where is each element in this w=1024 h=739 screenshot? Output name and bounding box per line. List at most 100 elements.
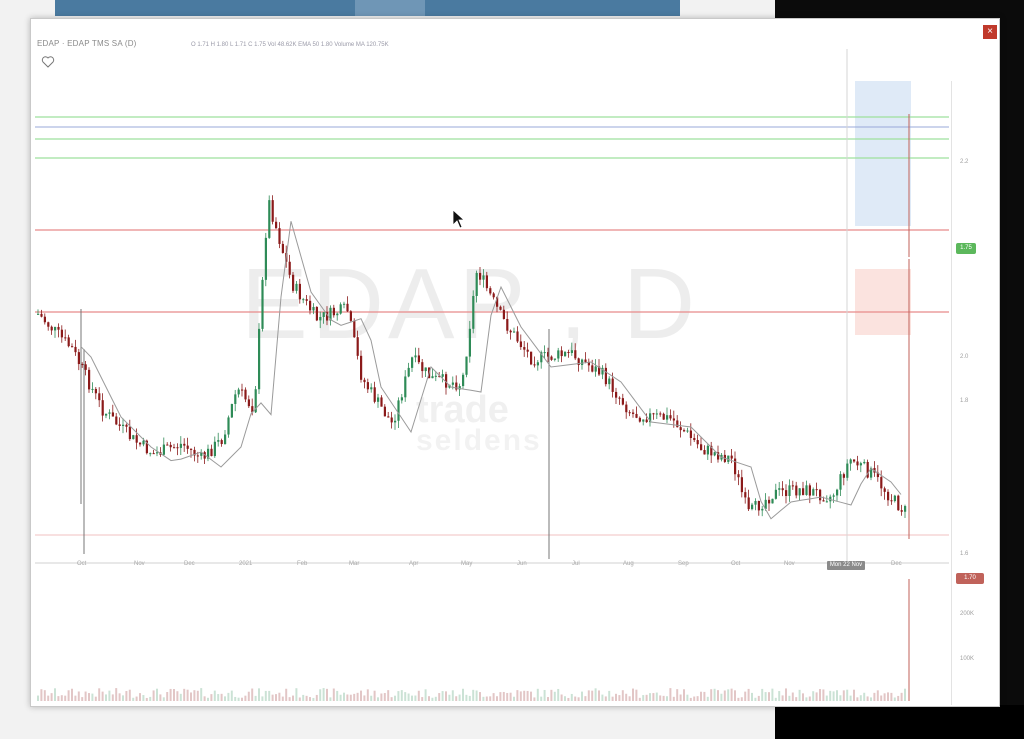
volume-bar [492, 693, 495, 701]
volume-bar [632, 688, 634, 701]
candle-body [621, 398, 624, 405]
volume-label: 200K [960, 611, 975, 617]
volume-bar [659, 695, 662, 701]
volume-bar [183, 688, 186, 701]
volume-bar [574, 696, 577, 701]
candle-body [761, 508, 764, 511]
candle-body [689, 430, 692, 438]
candle-body [370, 387, 373, 390]
volume-bar [139, 693, 141, 701]
candle-body [268, 200, 271, 238]
volume-bar [557, 688, 560, 701]
candle-body [227, 417, 230, 435]
volume-bar [428, 696, 430, 701]
volume-bar [502, 691, 505, 701]
volume-bar [781, 695, 784, 701]
candle-body [319, 316, 322, 321]
volume-bar [859, 695, 862, 701]
candle-body [451, 382, 454, 385]
volume-bar [791, 692, 794, 701]
volume-bar [366, 689, 369, 701]
candle-body [434, 375, 437, 377]
candle-body [662, 413, 665, 420]
volume-bar [754, 697, 757, 701]
candle-body [842, 474, 845, 478]
candle-body [880, 477, 883, 489]
candle-body [475, 272, 478, 296]
volume-bar [825, 695, 828, 701]
volume-bar [747, 688, 750, 701]
candle-body [638, 417, 641, 422]
candle-body [669, 415, 672, 419]
date-label: Aug [623, 561, 634, 567]
candle-body [683, 430, 686, 432]
price-chart[interactable] [31, 19, 999, 706]
candle-body [213, 441, 216, 457]
volume-bar [451, 690, 454, 701]
candle-body [832, 495, 835, 497]
volume-bar [275, 694, 277, 701]
volume-bar [220, 693, 223, 701]
price-label: 1.6 [960, 551, 969, 557]
volume-bar [757, 695, 760, 701]
candle-body [839, 474, 842, 490]
volume-bar [145, 697, 148, 701]
volume-bar [458, 694, 461, 701]
volume-bar [611, 696, 614, 701]
volume-bar [890, 692, 893, 701]
volume-bar [156, 688, 158, 701]
volume-bar [876, 690, 879, 701]
candle-body [696, 440, 699, 445]
candle-body [43, 316, 46, 323]
price-label: 2.2 [960, 159, 969, 165]
candle-body [492, 293, 495, 298]
price-tag-green: 1.75 [956, 243, 976, 254]
candle-body [747, 497, 750, 510]
volume-bar [893, 697, 896, 701]
price-label: 2.0 [960, 354, 969, 360]
volume-bar [149, 696, 152, 701]
candle-body [363, 379, 366, 383]
volume-bar [88, 693, 90, 701]
volume-bar [649, 693, 651, 701]
volume-bar [717, 690, 719, 701]
volume-bar [900, 692, 903, 701]
price-scale[interactable]: 2.2 1.75 2.0 1.8 1.6 1.70 200K 100K [951, 81, 999, 705]
volume-series [37, 688, 906, 701]
volume-bar [880, 695, 883, 701]
candle-body [241, 389, 244, 391]
volume-bar [703, 691, 706, 701]
candle-body [244, 389, 247, 400]
candle-body [754, 500, 757, 505]
volume-bar [271, 694, 274, 701]
volume-bar [526, 690, 529, 701]
candle-body [322, 312, 325, 317]
candle-body [234, 394, 237, 404]
volume-bar [268, 690, 271, 701]
volume-bar [533, 697, 536, 701]
volume-bar [47, 695, 50, 701]
candle-body [849, 459, 852, 464]
volume-bar [186, 689, 189, 701]
volume-bar [570, 693, 573, 701]
volume-bar [261, 696, 264, 701]
volume-bar [207, 697, 209, 701]
volume-bar [356, 692, 359, 701]
candle-body [700, 444, 703, 451]
candle-body [594, 366, 597, 372]
volume-bar [162, 697, 165, 701]
volume-bar [547, 697, 549, 701]
volume-bar [839, 695, 842, 701]
volume-bar [676, 689, 679, 701]
moving-average-line [80, 221, 902, 520]
volume-bar [190, 692, 192, 701]
volume-bar [264, 690, 267, 701]
candle-body [88, 369, 91, 390]
candle-body [774, 489, 777, 499]
volume-bar [829, 690, 832, 701]
volume-bar [441, 691, 444, 701]
candle-body [288, 261, 291, 275]
candle-body [261, 279, 264, 329]
candle-body [411, 357, 414, 368]
volume-bar [343, 692, 345, 701]
